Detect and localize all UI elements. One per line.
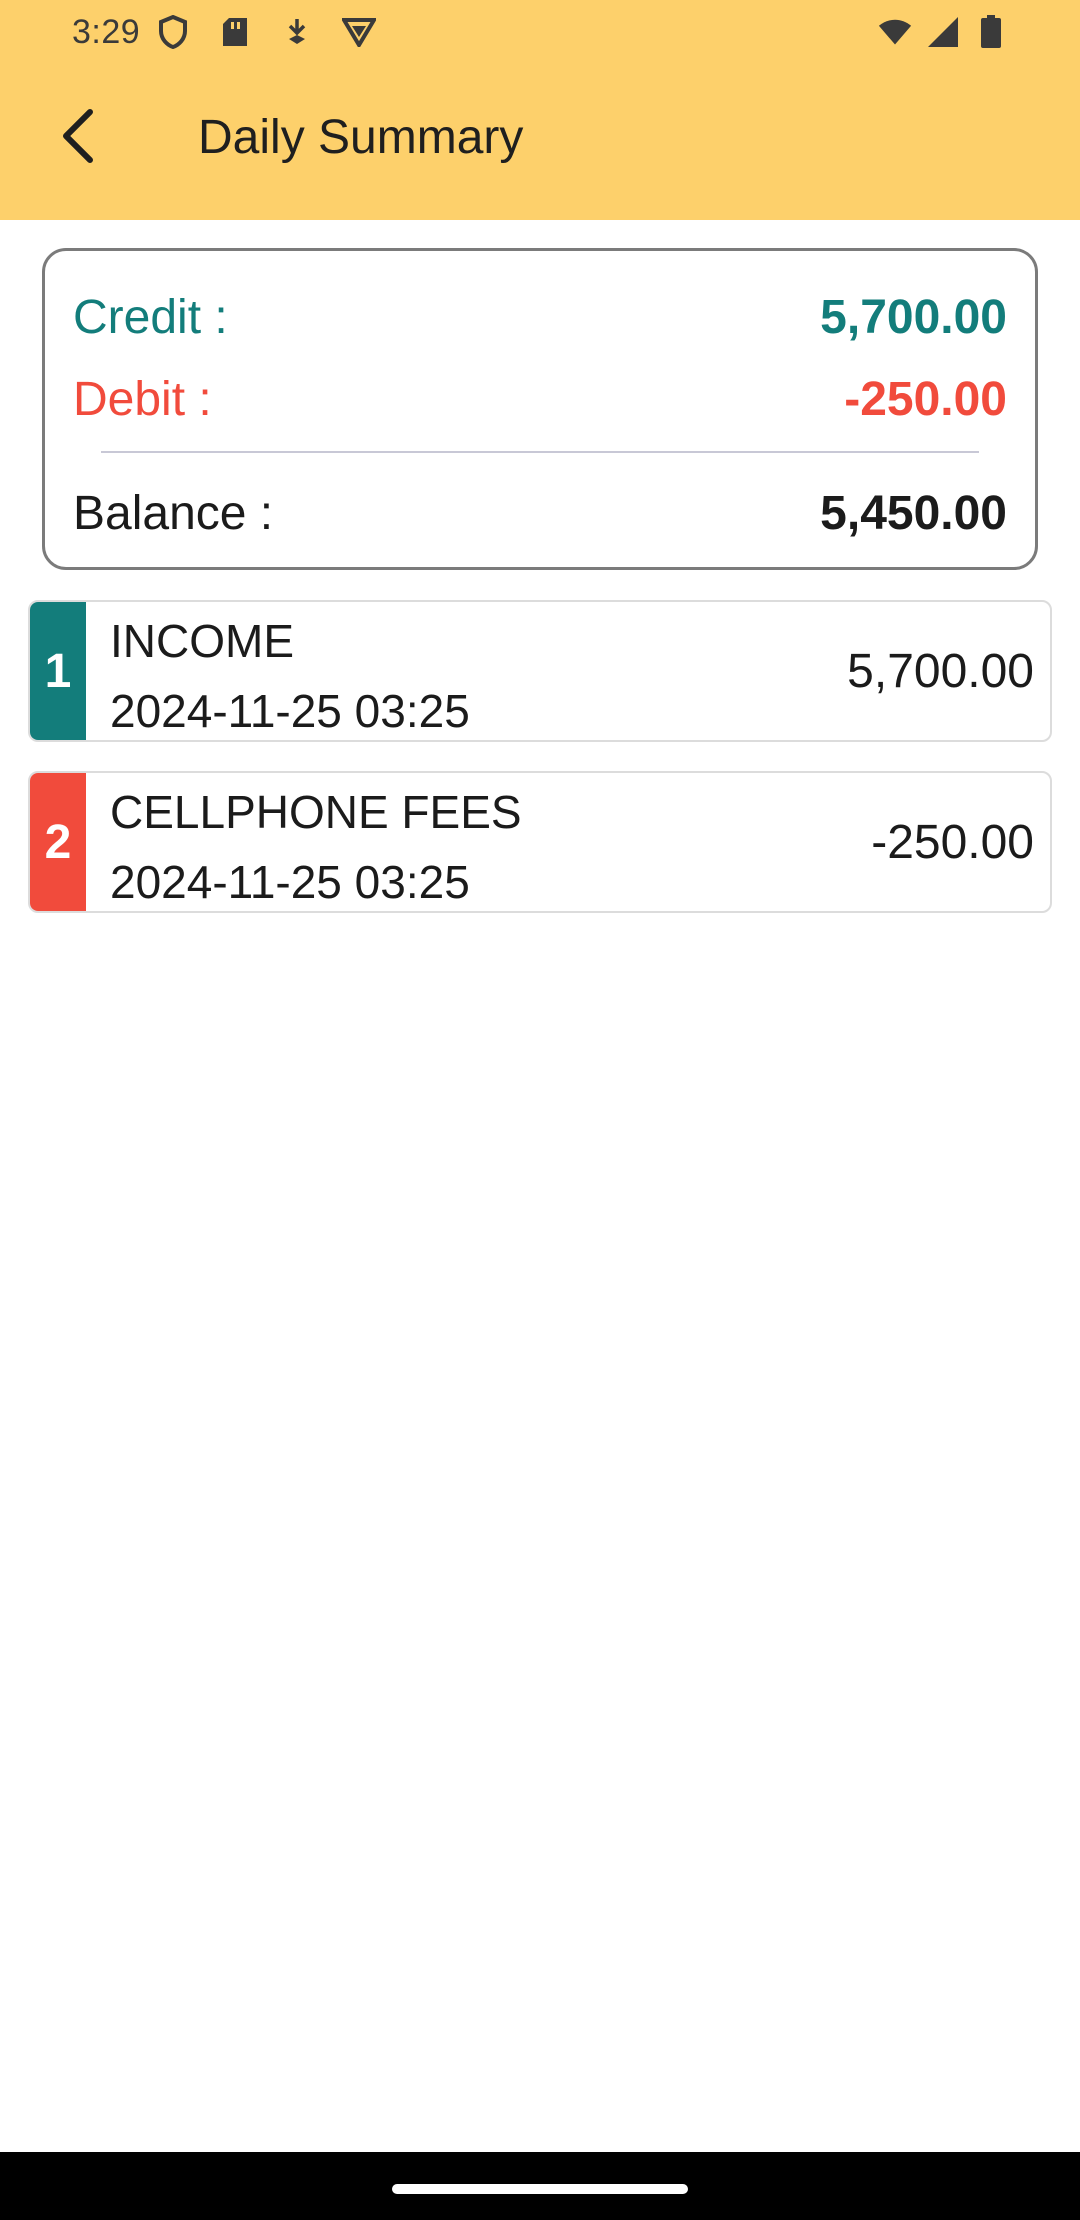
sd-card-icon <box>218 15 252 49</box>
transaction-item[interactable]: 1 INCOME 2024-11-25 03:25 5,700.00 <box>28 600 1052 742</box>
transaction-details: CELLPHONE FEES 2024-11-25 03:25 <box>110 777 522 911</box>
debit-label: Debit : <box>73 372 212 426</box>
status-icons-right <box>878 15 1008 49</box>
battery-icon <box>974 15 1008 49</box>
transaction-details: INCOME 2024-11-25 03:25 <box>110 606 470 740</box>
balance-row: Balance : 5,450.00 <box>73 481 1007 545</box>
page-title: Daily Summary <box>198 111 524 164</box>
transaction-item[interactable]: 2 CELLPHONE FEES 2024-11-25 03:25 -250.0… <box>28 771 1052 913</box>
balance-label: Balance : <box>73 486 274 540</box>
transaction-index-badge: 1 <box>30 602 86 740</box>
transaction-datetime: 2024-11-25 03:25 <box>110 856 470 908</box>
transaction-index-badge: 2 <box>30 773 86 911</box>
balance-value: 5,450.00 <box>820 486 1007 540</box>
credit-value: 5,700.00 <box>820 290 1007 344</box>
status-time: 3:29 <box>72 12 141 51</box>
debit-row: Debit : -250.00 <box>73 367 1007 431</box>
navigation-bar <box>0 2152 1080 2220</box>
transaction-amount: 5,700.00 <box>847 644 1034 698</box>
signal-icon <box>926 15 960 49</box>
shield-icon <box>156 15 190 49</box>
back-button[interactable] <box>40 100 116 176</box>
transaction-amount: -250.00 <box>871 815 1034 869</box>
app-bar: Daily Summary <box>0 64 1080 220</box>
summary-card: Credit : 5,700.00 Debit : -250.00 Balanc… <box>42 248 1038 570</box>
wifi-icon <box>878 15 912 49</box>
back-arrow-icon <box>58 108 98 169</box>
transaction-title: INCOME <box>110 615 294 667</box>
download-icon <box>280 15 314 49</box>
summary-divider <box>101 451 979 453</box>
credit-label: Credit : <box>73 290 228 344</box>
transaction-datetime: 2024-11-25 03:25 <box>110 685 470 737</box>
status-bar: 3:29 <box>0 0 1080 64</box>
status-icons-left <box>156 15 377 49</box>
debit-value: -250.00 <box>844 372 1007 426</box>
credit-row: Credit : 5,700.00 <box>73 285 1007 349</box>
transaction-title: CELLPHONE FEES <box>110 786 522 838</box>
vpn-icon <box>342 15 377 49</box>
home-indicator[interactable] <box>392 2184 688 2194</box>
